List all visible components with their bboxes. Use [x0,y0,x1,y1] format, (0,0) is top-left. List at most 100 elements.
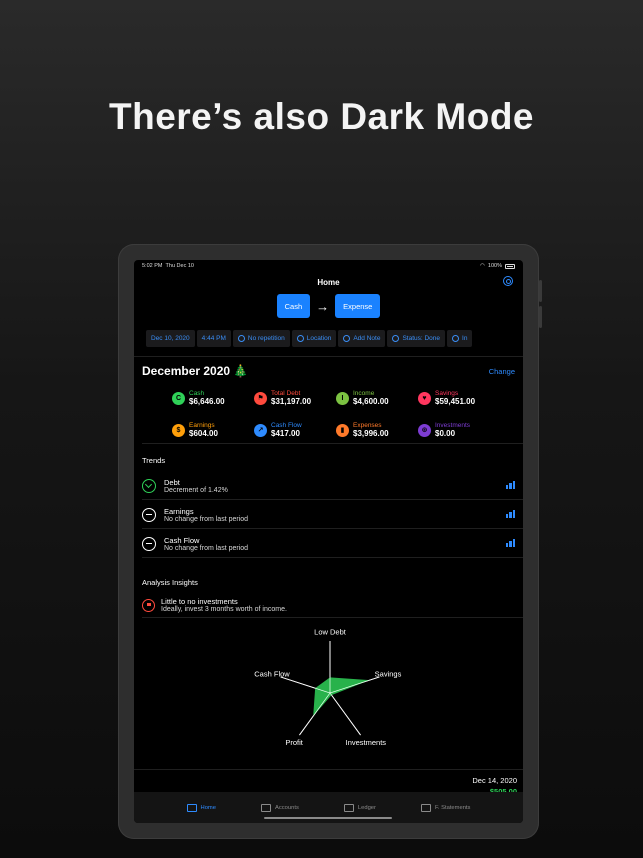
stat-income[interactable]: I Income $4,600.00 [336,387,418,409]
arrow-right-icon: → [316,298,330,314]
expense-button[interactable]: Expense [335,294,381,318]
wifi-icon: ◠ [480,263,485,269]
option-chip-label: No repetition [247,335,285,342]
tab-label: Ledger [357,804,376,811]
stat-investments[interactable]: ⊛ Investments $0.00 [418,419,500,441]
check-icon [392,335,400,342]
stat-earnings[interactable]: $ Earnings $604.00 [172,419,254,441]
tab-label: Accounts [275,804,299,811]
status-date: Thu Dec 10 [165,263,194,269]
home-indicator [264,816,392,819]
radar-axis-label: Low Debt [314,628,347,637]
stat-expenses[interactable]: ▮ Expenses $3,996.00 [336,419,418,441]
trend-row[interactable]: Debt Decrement of 1.42% [134,471,523,500]
stat-value: $417.00 [271,429,300,438]
stat-cash[interactable]: C Cash $6,646.00 [172,387,254,409]
option-chip[interactable]: Dec 10, 2020 [146,330,195,347]
stat-value: $59,451.00 [435,397,476,406]
month-header: December 2020 🎄 Change [134,357,523,379]
stat-icon: C [172,391,185,405]
insights-title: Analysis Insights [142,578,198,587]
stat-icon: ⊛ [418,423,431,437]
settings-gear-icon[interactable] [503,276,513,286]
option-chip[interactable]: No repetition [232,330,290,347]
trends-list: Debt Decrement of 1.42% Earnings No change … [134,471,523,558]
trend-text: Cash Flow No change from last period [164,536,248,552]
stat-text: Expenses $3,996.00 [353,422,389,438]
trend-text: Earnings No change from last period [164,507,248,523]
month-title: December 2020 🎄 [142,364,249,378]
bar-chart-icon[interactable] [505,510,515,518]
stat-cash-flow[interactable]: ↗ Cash Flow $417.00 [254,419,336,441]
minus-circle-icon [142,536,156,551]
radar-axis-label: Profit [285,738,303,747]
volume-button [539,280,542,302]
stat-label: Cash Flow [271,422,302,429]
radar-axis-label: Savings [375,670,402,679]
option-chip[interactable]: Location [291,330,337,347]
entry-date: Dec 14, 2020 [472,776,517,785]
stat-icon: ⚑ [254,391,267,405]
insights-list: Little to no investments Ideally, invest … [134,593,523,617]
headline: There’s also Dark Mode [109,96,534,137]
cash-button[interactable]: Cash [276,294,311,318]
stat-value: $4,600.00 [353,397,389,406]
insight-name: Little to no investments [161,597,238,606]
stat-text: Total Debt $31,197.00 [271,390,311,406]
trend-text: Debt Decrement of 1.42% [164,478,228,494]
stat-value: $3,996.00 [353,429,389,438]
bar-chart-icon[interactable] [505,481,515,489]
trend-row[interactable]: Earnings No change from last period [134,500,523,529]
trend-row[interactable]: Cash Flow No change from last period [134,529,523,558]
tab-ledger[interactable]: Ledger [343,803,376,812]
stat-total-debt[interactable]: ⚑ Total Debt $31,197.00 [254,387,336,409]
tab-label: F. Statements [435,804,471,811]
stat-label: Expenses [353,422,382,429]
stats-grid: C Cash $6,646.00 ⚑ Total Debt $31,197.00 I Inco… [134,379,523,441]
option-chip-label: Dec 10, 2020 [151,335,190,342]
battery-percent: 100% [487,263,502,269]
insight-row[interactable]: Little to no investments Ideally, invest … [134,593,523,617]
ipad-frame: 5:02 PM Thu Dec 10 ◠ 100% Home Cash → Ex… [118,244,542,839]
volume-button-2 [539,306,542,328]
minus-circle-icon [452,335,460,342]
option-chip-label: 4:44 PM [201,335,226,342]
stat-icon: ↗ [254,423,267,437]
transaction-type-toggle: Cash → Expense [134,292,523,320]
tab-accounts[interactable]: Accounts [261,803,299,812]
stat-text: Cash Flow $417.00 [271,422,302,438]
house-icon [186,803,197,812]
stat-label: Total Debt [271,390,301,397]
divider [142,443,523,444]
status-bar: 5:02 PM Thu Dec 10 ◠ 100% [134,260,523,272]
bar-chart-icon[interactable] [505,539,515,547]
stat-label: Cash [189,390,205,397]
option-chip[interactable]: Add Note [338,330,386,347]
stat-label: Savings [435,390,459,397]
flag-icon [142,598,155,612]
stat-icon: ♥ [418,391,431,405]
tab-home[interactable]: Home [186,803,216,812]
chart-stack-icon [421,803,431,812]
option-chip[interactable]: 4:44 PM [196,330,231,347]
trend-detail: Decrement of 1.42% [164,486,228,494]
stat-label: Income [353,390,375,397]
insight-detail: Ideally, invest 3 months worth of income… [161,606,287,613]
radar-svg: Low Debt Savings Investments Profit Cash Flo… [254,628,402,747]
nav-title: Home [317,277,340,287]
radar-axis-overlay [329,692,361,736]
change-month-link[interactable]: Change [489,367,515,376]
options-chip-bar: Dec 10, 2020 4:44 PM No repetition Location… [134,330,523,348]
stat-value: $604.00 [189,429,218,438]
option-chip[interactable]: In [447,330,473,347]
trend-name: Debt [164,477,180,487]
tab-f-statements[interactable]: F. Statements [421,803,471,812]
option-chip[interactable]: Status: Done [387,330,446,347]
trend-detail: No change from last period [164,544,249,552]
stat-icon: $ [172,423,185,437]
stat-savings[interactable]: ♥ Savings $59,451.00 [418,387,500,409]
trend-name: Cash Flow [164,535,200,545]
stat-text: Cash $6,646.00 [189,390,225,406]
trends-title: Trends [142,456,166,465]
stat-value: $6,646.00 [189,397,225,406]
